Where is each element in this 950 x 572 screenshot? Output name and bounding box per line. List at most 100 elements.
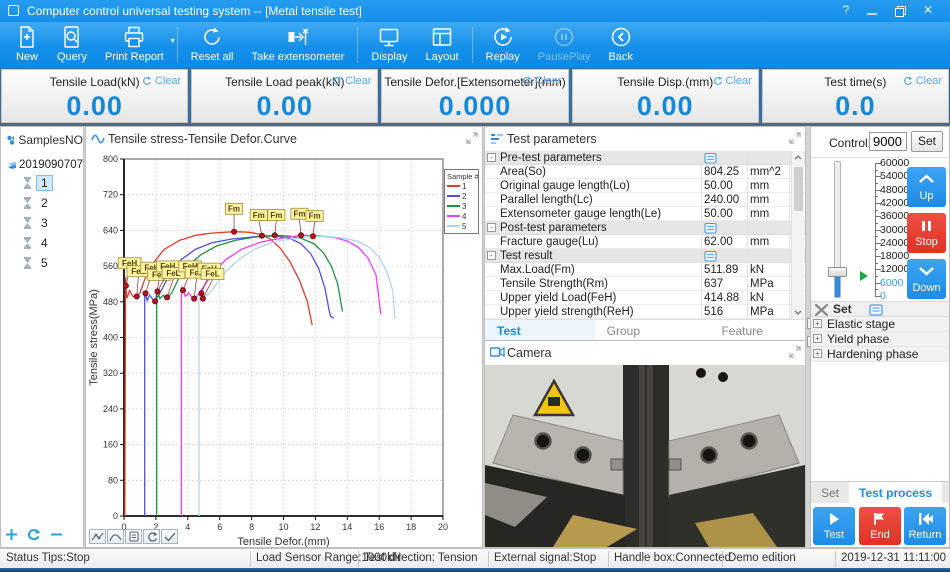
param-group-row[interactable]: -Pre-test parameters xyxy=(485,151,805,165)
pause-bars-icon xyxy=(917,219,936,232)
scroll-down-icon[interactable] xyxy=(794,308,802,316)
param-value[interactable]: 511.89 xyxy=(704,263,738,277)
toolbar-button-take-extensometer[interactable]: Take extensometer xyxy=(242,22,353,68)
add-sample-icon[interactable] xyxy=(5,528,18,541)
toolbar-button-label: Layout xyxy=(425,51,458,63)
tab-test-parameters[interactable]: Test parameters xyxy=(485,320,595,342)
control-set-button[interactable]: Set xyxy=(911,131,943,152)
clear-button[interactable]: Clear xyxy=(903,75,942,87)
toolbar-button-back[interactable]: Back xyxy=(599,22,641,68)
toolbar-button-replay[interactable]: Replay xyxy=(477,22,529,68)
remove-sample-icon[interactable] xyxy=(50,528,63,541)
report-page-tool-icon[interactable] xyxy=(125,529,142,544)
notebook-icon[interactable] xyxy=(704,153,717,164)
maximize-button[interactable] xyxy=(890,3,910,19)
toolbar-button-display[interactable]: Display xyxy=(362,22,416,68)
smooth-curve-tool-icon[interactable] xyxy=(107,529,124,544)
clear-button[interactable]: Clear xyxy=(332,75,371,87)
marker-points-tool-icon[interactable] xyxy=(89,529,106,544)
sample-node-2[interactable]: 2 xyxy=(1,193,83,213)
down-button[interactable]: Down xyxy=(907,259,946,299)
minimize-button[interactable] xyxy=(862,3,882,19)
expand-icon[interactable]: + xyxy=(813,349,822,358)
param-value[interactable]: 637 xyxy=(704,277,723,291)
param-value[interactable]: 804.25 xyxy=(704,165,739,179)
stage-hardening-phase[interactable]: +Hardening phase xyxy=(811,347,949,362)
scale-label: 6000 xyxy=(880,277,903,289)
param-value[interactable]: 62.00 xyxy=(704,235,733,249)
end-button[interactable]: End xyxy=(859,507,901,545)
param-value[interactable]: 50.00 xyxy=(704,207,733,221)
up-button[interactable]: Up xyxy=(907,167,946,207)
param-value[interactable]: 516 xyxy=(704,305,723,319)
notebook-icon[interactable] xyxy=(704,223,717,234)
meter-panel: Test time(s)Clear0.0 xyxy=(762,69,949,123)
expand-icon[interactable]: + xyxy=(813,334,822,343)
clear-button[interactable]: Clear xyxy=(522,75,561,87)
toolbar-button-reset-all[interactable]: Reset all xyxy=(182,22,243,68)
toolbar-button-print-report[interactable]: Print Report▾ xyxy=(96,22,173,68)
printer-icon xyxy=(122,27,146,49)
scrollbar-thumb[interactable] xyxy=(794,167,803,211)
speed-slider-thumb[interactable] xyxy=(828,267,847,277)
legend-swatch xyxy=(447,185,460,187)
sample-node-label: 3 xyxy=(36,215,53,231)
expand-icon[interactable]: + xyxy=(813,319,822,328)
svg-text:400: 400 xyxy=(103,333,118,343)
notebook-icon[interactable] xyxy=(869,304,883,316)
meter-panel: Tensile Disp.(mm)Clear0.00 xyxy=(572,69,759,123)
return-button[interactable]: Return xyxy=(904,507,946,545)
clear-button[interactable]: Clear xyxy=(713,75,752,87)
speed-slider-fill xyxy=(835,277,840,297)
scroll-up-icon[interactable] xyxy=(794,154,802,162)
process-button-label: Test xyxy=(813,529,855,541)
tab-test-process[interactable]: Test process xyxy=(849,482,942,503)
status-segment: Handle box:Connected xyxy=(614,552,731,564)
svg-text:14: 14 xyxy=(342,522,352,532)
stage-elastic-stage[interactable]: +Elastic stage xyxy=(811,317,949,332)
stop-button[interactable]: Stop xyxy=(907,213,946,253)
params-expand-icon[interactable] xyxy=(789,132,801,144)
param-group-row[interactable]: -Post-test parameters xyxy=(485,221,805,235)
sample-node-3[interactable]: 3 xyxy=(1,213,83,233)
refresh-samples-icon[interactable] xyxy=(27,528,41,541)
svg-text:240: 240 xyxy=(103,404,118,414)
tab-feature-points[interactable]: Feature points xyxy=(709,320,805,342)
toolbar-button-query[interactable]: Query xyxy=(48,22,96,68)
status-segment: Demo edition xyxy=(728,552,796,564)
tab-group-parameters[interactable]: Group parameters xyxy=(595,320,710,342)
specimen-icon xyxy=(23,237,32,249)
camera-expand-icon[interactable] xyxy=(789,346,801,358)
sample-node-1[interactable]: 1 xyxy=(1,173,83,193)
param-value[interactable]: 50.00 xyxy=(704,179,733,193)
confirm-tool-icon[interactable] xyxy=(161,529,178,544)
param-value[interactable]: 414.88 xyxy=(704,291,739,305)
status-segment: External signal:Stop xyxy=(494,552,596,564)
close-button[interactable]: ✕ xyxy=(918,3,938,19)
sample-node-5[interactable]: 5 xyxy=(1,253,83,273)
params-scrollbar[interactable] xyxy=(791,151,804,319)
toolbar-button-new[interactable]: New xyxy=(6,22,48,68)
param-value[interactable]: 240.00 xyxy=(704,193,739,207)
sample-node-4[interactable]: 4 xyxy=(1,233,83,253)
param-group-row[interactable]: -Test result xyxy=(485,249,805,263)
toolbar-button-layout[interactable]: Layout xyxy=(416,22,467,68)
help-button[interactable]: ? xyxy=(836,3,856,19)
feature-label: Fm xyxy=(228,205,240,214)
control-value-input[interactable] xyxy=(869,132,907,151)
chart-expand-icon[interactable] xyxy=(466,132,478,144)
test-button[interactable]: Test xyxy=(813,507,855,545)
meter-row: Tensile Load(kN)Clear0.00Tensile Load pe… xyxy=(0,68,950,126)
collapse-icon[interactable]: - xyxy=(487,251,496,260)
stage-yield-phase[interactable]: +Yield phase xyxy=(811,332,949,347)
chevron-up-icon xyxy=(917,173,936,186)
tab-set[interactable]: Set xyxy=(811,482,849,503)
clear-button[interactable]: Clear xyxy=(142,75,181,87)
notebook-icon[interactable] xyxy=(704,251,717,262)
toolbar-separator xyxy=(472,27,473,63)
sample-group-node[interactable]: 2019090707 xyxy=(1,151,83,173)
collapse-icon[interactable]: - xyxy=(487,223,496,232)
refresh-chart-tool-icon[interactable] xyxy=(143,529,160,544)
dropdown-caret-icon[interactable]: ▾ xyxy=(171,36,175,45)
collapse-icon[interactable]: - xyxy=(487,153,496,162)
